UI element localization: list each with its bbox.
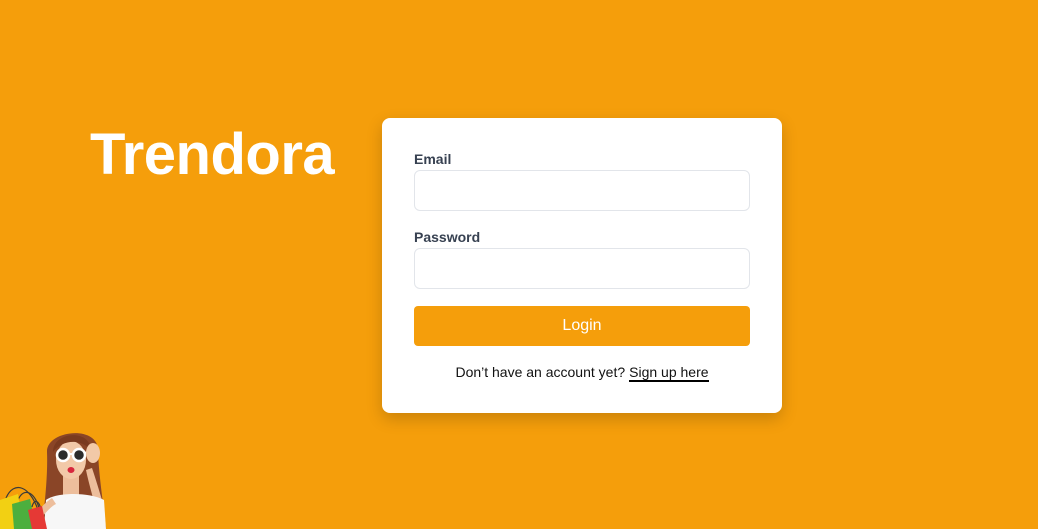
login-page: Trendora Email Password Login Don’t have… <box>0 0 1038 529</box>
signup-link[interactable]: Sign up here <box>629 364 709 382</box>
email-field-group: Email <box>414 150 750 211</box>
woman-with-shopping-bags-icon <box>0 433 106 529</box>
password-input[interactable] <box>414 248 750 289</box>
email-input[interactable] <box>414 170 750 211</box>
email-label: Email <box>414 151 452 167</box>
login-form: Email Password Login Don’t have an accou… <box>414 150 750 382</box>
signup-prompt-text: Don’t have an account yet? <box>455 364 626 380</box>
login-button[interactable]: Login <box>414 306 750 346</box>
login-card: Email Password Login Don’t have an accou… <box>382 118 782 413</box>
signup-prompt-row: Don’t have an account yet? Sign up here <box>414 362 750 382</box>
white-top <box>44 494 106 529</box>
brand-logo-text: Trendora <box>90 122 335 187</box>
password-label: Password <box>414 229 481 245</box>
password-field-group: Password <box>414 228 750 289</box>
lips <box>67 467 75 473</box>
